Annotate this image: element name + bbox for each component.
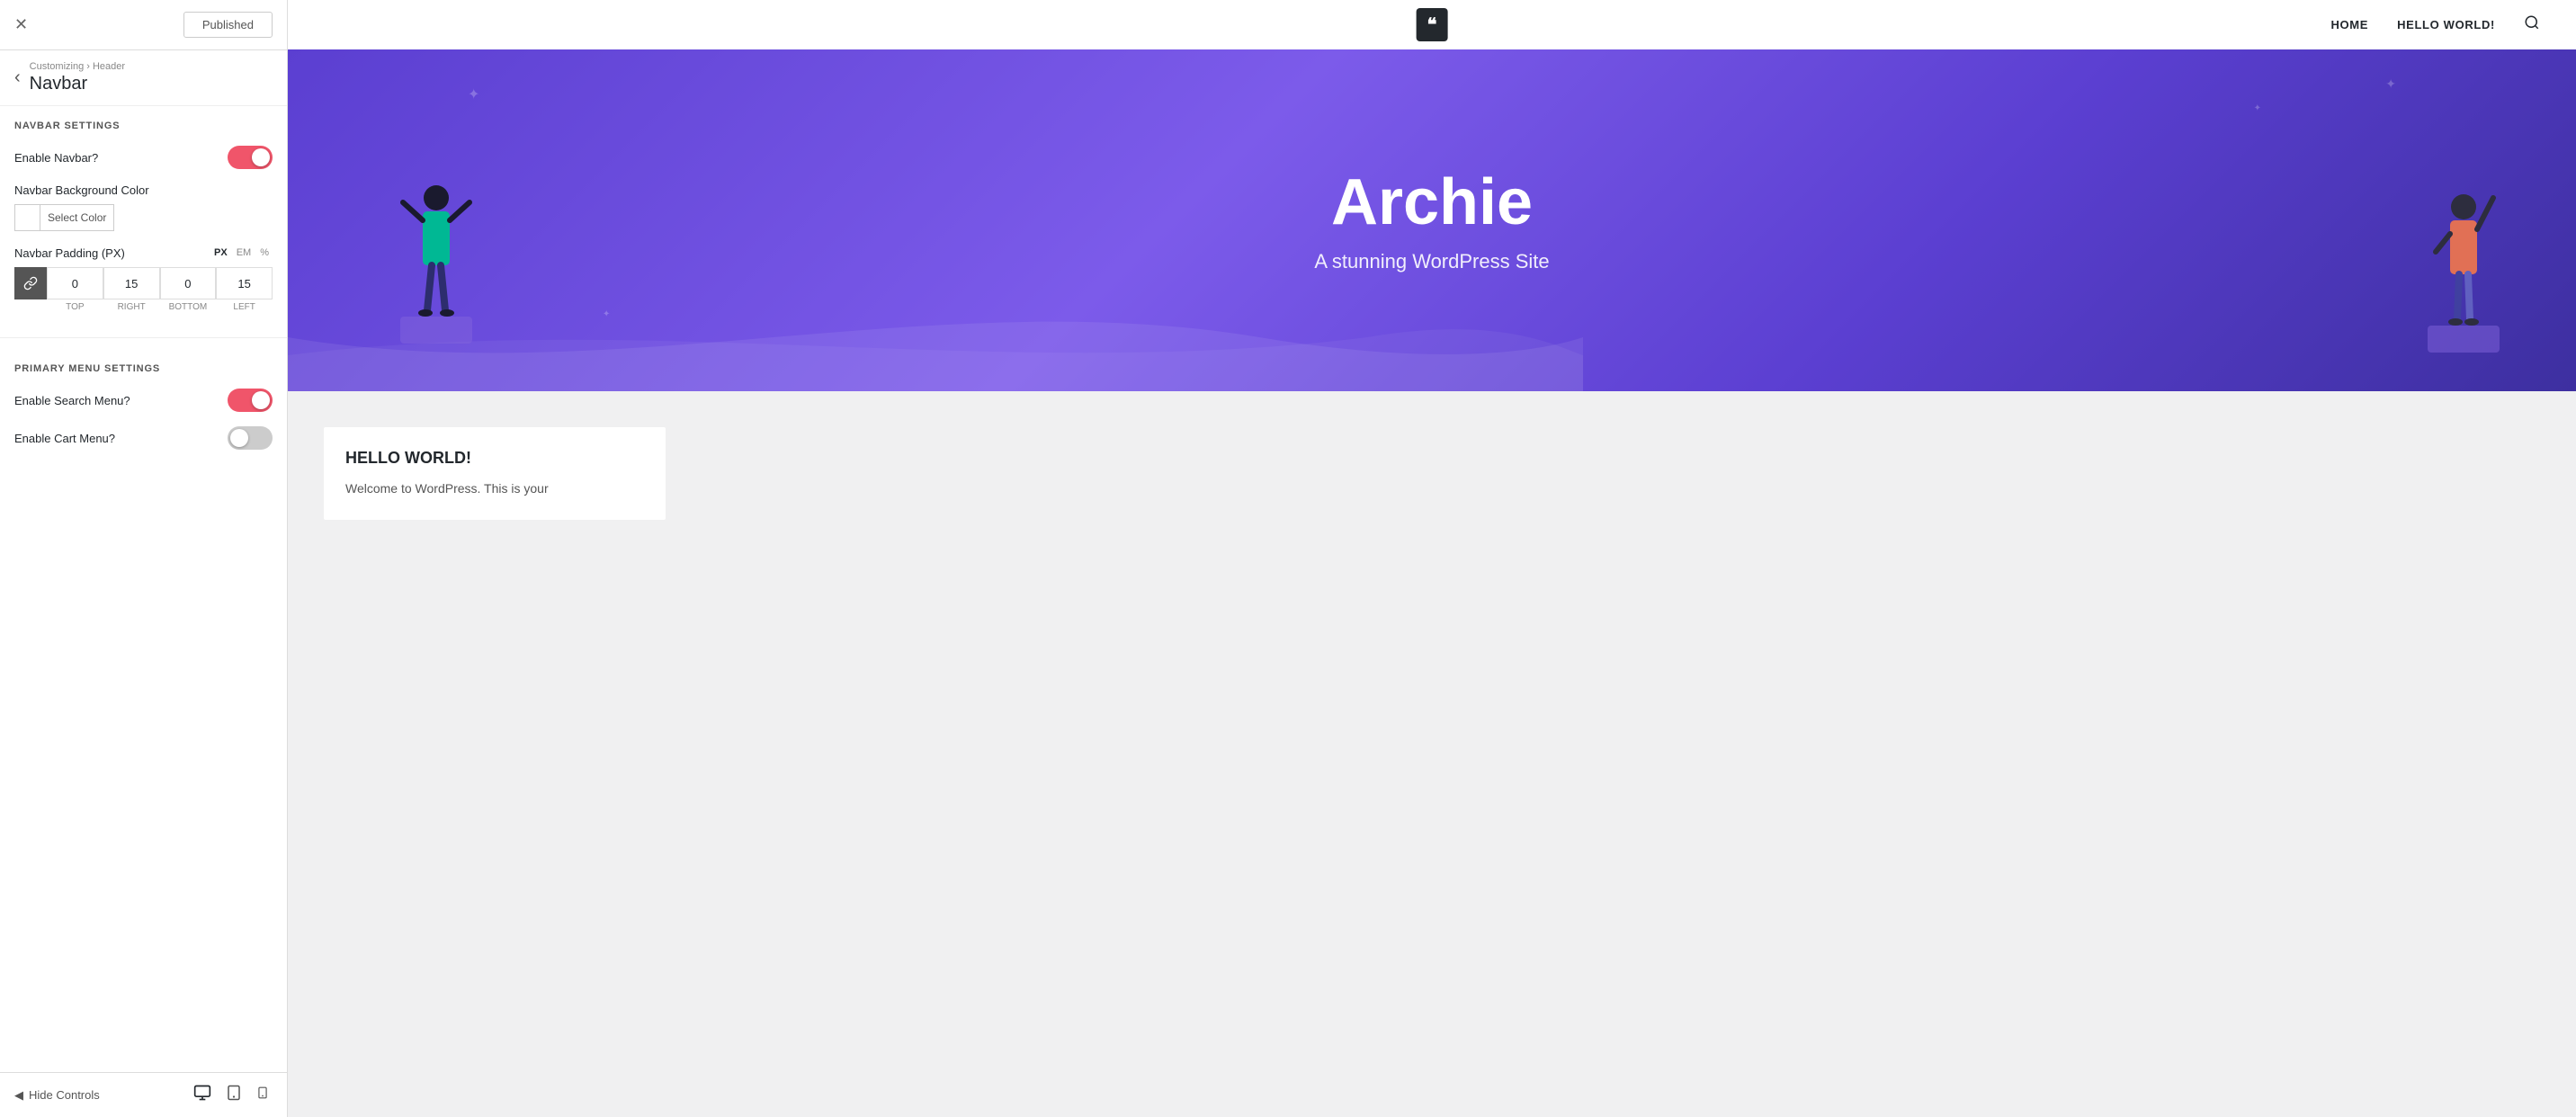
site-logo: ❝ <box>1417 8 1448 41</box>
hide-controls-icon: ◀ <box>14 1088 23 1103</box>
enable-navbar-toggle[interactable] <box>228 146 273 169</box>
navbar-section-title: NAVBAR SETTINGS <box>14 121 273 131</box>
unit-em-button[interactable]: EM <box>233 246 255 260</box>
padding-bottom-field: BOTTOM <box>160 267 217 312</box>
cart-toggle-thumb <box>230 429 248 447</box>
blog-card-text: Welcome to WordPress. This is your <box>345 478 644 498</box>
back-button[interactable]: ‹ <box>14 67 21 88</box>
panel-header: ‹ Customizing › Header Navbar <box>0 50 287 106</box>
navbar-padding-section: Navbar Padding (PX) PX EM % TOP RIGHT <box>14 246 273 312</box>
select-color-button[interactable]: Select Color <box>14 204 114 231</box>
close-button[interactable]: ✕ <box>14 15 28 34</box>
preview-area: ❝ HOME HELLO WORLD! ✦ ✦ ✦ ✦ <box>288 0 2576 1117</box>
bottom-bar: ◀ Hide Controls <box>0 1072 287 1117</box>
hero-decor-star1: ✦ <box>468 85 479 103</box>
enable-navbar-row: Enable Navbar? <box>14 146 273 169</box>
customizer-panel: ✕ Published ‹ Customizing › Header Navba… <box>0 0 288 1117</box>
breadcrumb: Customizing › Header <box>30 61 125 72</box>
padding-top-label: TOP <box>66 302 84 312</box>
hero-decor-star3: ✦ <box>603 309 610 319</box>
enable-search-toggle[interactable] <box>228 389 273 412</box>
section-divider <box>0 337 287 338</box>
logo-badge: ❝ <box>1417 8 1448 41</box>
hide-controls-button[interactable]: ◀ Hide Controls <box>14 1088 100 1103</box>
header-text: Customizing › Header Navbar <box>30 61 125 94</box>
enable-search-label: Enable Search Menu? <box>14 394 130 407</box>
hero-figure-left <box>396 171 477 355</box>
color-btn-label: Select Color <box>40 211 113 224</box>
device-buttons <box>190 1080 273 1110</box>
padding-right-field: RIGHT <box>103 267 160 312</box>
panel-topbar: ✕ Published <box>0 0 287 50</box>
mobile-view-button[interactable] <box>253 1080 273 1110</box>
padding-right-input[interactable] <box>103 267 160 299</box>
padding-top-input[interactable] <box>47 267 103 299</box>
page-title: Navbar <box>30 74 125 94</box>
desktop-view-button[interactable] <box>190 1080 215 1110</box>
padding-bottom-label: BOTTOM <box>169 302 208 312</box>
navbar-settings-section: NAVBAR SETTINGS Enable Navbar? Navbar Ba… <box>0 106 287 334</box>
enable-cart-toggle[interactable] <box>228 426 273 450</box>
search-toggle-thumb <box>252 391 270 409</box>
menu-settings-section: PRIMARY MENU SETTINGS Enable Search Menu… <box>0 349 287 471</box>
color-swatch <box>15 205 40 230</box>
hero-figure-right <box>2423 180 2504 364</box>
nav-item-home[interactable]: HOME <box>2330 18 2368 31</box>
hero-title: Archie <box>1331 167 1533 238</box>
padding-left-label: LEFT <box>233 302 255 312</box>
content-area: HELLO WORLD! Welcome to WordPress. This … <box>288 391 2576 1117</box>
background-color-label: Navbar Background Color <box>14 183 273 197</box>
toggle-thumb <box>252 148 270 166</box>
padding-right-label: RIGHT <box>118 302 146 312</box>
padding-bottom-input[interactable] <box>160 267 217 299</box>
padding-label: Navbar Padding (PX) <box>14 246 125 260</box>
padding-inputs-container: TOP RIGHT BOTTOM LEFT <box>14 267 273 312</box>
site-nav: HOME HELLO WORLD! <box>2330 14 2540 35</box>
hide-controls-label: Hide Controls <box>29 1088 100 1102</box>
hero-subtitle: A stunning WordPress Site <box>1314 250 1549 273</box>
hero-decor-star4: ✦ <box>2385 76 2396 92</box>
blog-card: HELLO WORLD! Welcome to WordPress. This … <box>324 427 666 520</box>
enable-navbar-label: Enable Navbar? <box>14 151 98 165</box>
padding-header: Navbar Padding (PX) PX EM % <box>14 246 273 260</box>
padding-top-field: TOP <box>47 267 103 312</box>
padding-left-input[interactable] <box>216 267 273 299</box>
site-header: ❝ HOME HELLO WORLD! <box>288 0 2576 49</box>
nav-item-hello[interactable]: HELLO WORLD! <box>2397 18 2495 31</box>
enable-cart-label: Enable Cart Menu? <box>14 432 115 445</box>
hero-section: ✦ ✦ ✦ ✦ <box>288 49 2576 391</box>
blog-card-title: HELLO WORLD! <box>345 449 644 468</box>
unit-px-button[interactable]: PX <box>210 246 231 260</box>
menu-section-title: PRIMARY MENU SETTINGS <box>14 363 273 374</box>
search-icon[interactable] <box>2524 14 2540 35</box>
background-color-section: Navbar Background Color Select Color <box>14 183 273 231</box>
unit-percent-button[interactable]: % <box>256 246 273 260</box>
padding-link-button[interactable] <box>14 267 47 299</box>
hero-decor-star2: ✦ <box>2254 103 2261 113</box>
padding-left-field: LEFT <box>216 267 273 312</box>
enable-cart-row: Enable Cart Menu? <box>14 426 273 450</box>
tablet-view-button[interactable] <box>222 1080 246 1110</box>
unit-buttons: PX EM % <box>210 246 273 260</box>
enable-search-row: Enable Search Menu? <box>14 389 273 412</box>
published-button[interactable]: Published <box>183 12 273 38</box>
